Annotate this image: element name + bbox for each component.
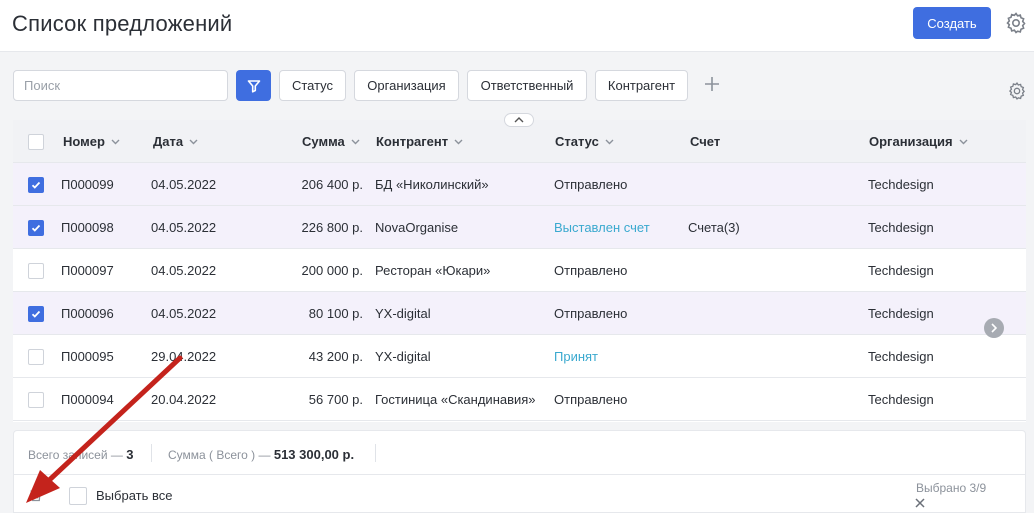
table-row[interactable]: П000099 04.05.2022 206 400 р. БД «Николинск… bbox=[13, 163, 1026, 206]
summary-bar: Всего записей — 3 Сумма ( Всего ) — 513 … bbox=[13, 430, 1026, 475]
cell-org: Techdesign bbox=[868, 306, 934, 321]
chevron-down-icon bbox=[351, 139, 360, 144]
cell-sum: 80 100 р. bbox=[308, 306, 363, 321]
search-input[interactable] bbox=[13, 70, 228, 101]
page-title: Список предложений bbox=[12, 11, 233, 36]
column-header-invoice: Счет bbox=[690, 134, 721, 149]
cell-counterparty: Гостиница «Скандинавия» bbox=[375, 392, 536, 407]
cell-status[interactable]: Принят bbox=[554, 349, 598, 364]
collapse-filters-button[interactable] bbox=[504, 113, 534, 127]
cell-org: Techdesign bbox=[868, 349, 934, 364]
total-records: Всего записей — 3 bbox=[28, 447, 134, 462]
gear-icon[interactable] bbox=[1004, 11, 1028, 35]
table-row[interactable]: П000095 29.04.2022 43 200 р. YX-digital Прин… bbox=[13, 335, 1026, 378]
cell-status: Отправлено bbox=[554, 306, 628, 321]
chip-status[interactable]: Статус bbox=[279, 70, 346, 101]
top-bar: Список предложений Создать bbox=[0, 0, 1034, 52]
cell-org: Techdesign bbox=[868, 220, 934, 235]
cell-counterparty: YX-digital bbox=[375, 349, 431, 364]
chip-responsible[interactable]: Ответственный bbox=[467, 70, 587, 101]
filter-bar: Статус Организация Ответственный Контраг… bbox=[0, 52, 1034, 120]
cell-counterparty: БД «Николинский» bbox=[375, 177, 489, 192]
summary-divider bbox=[375, 444, 376, 462]
column-header-counterparty[interactable]: Контрагент bbox=[376, 134, 463, 149]
column-header-date[interactable]: Дата bbox=[153, 134, 198, 149]
cell-sum: 43 200 р. bbox=[308, 349, 363, 364]
chevron-down-icon bbox=[454, 139, 463, 144]
cell-sum: 56 700 р. bbox=[308, 392, 363, 407]
gear-icon[interactable] bbox=[1007, 81, 1027, 101]
summary-divider bbox=[151, 444, 152, 462]
cell-counterparty: NovaOrganise bbox=[375, 220, 459, 235]
chip-counterparty[interactable]: Контрагент bbox=[595, 70, 688, 101]
cell-sum: 206 400 р. bbox=[301, 177, 363, 192]
chevron-right-icon bbox=[991, 323, 997, 333]
close-icon[interactable] bbox=[914, 497, 926, 509]
selected-count: Выбрано 3/9 bbox=[916, 481, 987, 495]
column-header-sum[interactable]: Сумма bbox=[302, 134, 360, 149]
offers-table: Номер Дата Сумма Контрагент Статус Счет … bbox=[13, 120, 1026, 422]
cell-counterparty: YX-digital bbox=[375, 306, 431, 321]
table-row[interactable]: П000098 04.05.2022 226 800 р. NovaOrganise В… bbox=[13, 206, 1026, 249]
select-all-checkbox[interactable] bbox=[69, 487, 87, 505]
chevron-down-icon bbox=[111, 139, 120, 144]
column-header-organization[interactable]: Организация bbox=[869, 134, 968, 149]
cell-status: Отправлено bbox=[554, 177, 628, 192]
cell-org: Techdesign bbox=[868, 177, 934, 192]
cell-org: Techdesign bbox=[868, 392, 934, 407]
table-row[interactable]: П000094 20.04.2022 56 700 р. Гостиница «Ска… bbox=[13, 378, 1026, 421]
header-checkbox[interactable] bbox=[28, 134, 44, 150]
cell-status: Отправлено bbox=[554, 263, 628, 278]
cell-counterparty: Ресторан «Юкари» bbox=[375, 263, 491, 278]
chevron-up-icon bbox=[514, 117, 524, 123]
chevron-down-icon bbox=[605, 139, 614, 144]
bulk-action-bar: Выбрать все Выбрано 3/9 bbox=[13, 475, 1026, 513]
scroll-right-button[interactable] bbox=[984, 318, 1004, 338]
cell-status: Отправлено bbox=[554, 392, 628, 407]
column-header-number[interactable]: Номер bbox=[63, 134, 120, 149]
trash-icon[interactable] bbox=[28, 487, 44, 503]
table-row[interactable]: П000096 04.05.2022 80 100 р. YX-digital Отпр… bbox=[13, 292, 1026, 335]
cell-sum: 200 000 р. bbox=[301, 263, 363, 278]
chevron-down-icon bbox=[959, 139, 968, 144]
cell-org: Techdesign bbox=[868, 263, 934, 278]
cell-status[interactable]: Выставлен счет bbox=[554, 220, 650, 235]
cell-sum: 226 800 р. bbox=[301, 220, 363, 235]
filter-button[interactable] bbox=[236, 70, 271, 101]
create-button[interactable]: Создать bbox=[913, 7, 991, 39]
select-all-label[interactable]: Выбрать все bbox=[96, 488, 172, 503]
plus-icon[interactable] bbox=[700, 72, 724, 96]
cell-invoice[interactable]: Счета(3) bbox=[688, 220, 740, 235]
total-sum: Сумма ( Всего ) — 513 300,00 р. bbox=[168, 447, 355, 462]
chip-organization[interactable]: Организация bbox=[354, 70, 459, 101]
chevron-down-icon bbox=[189, 139, 198, 144]
column-header-status[interactable]: Статус bbox=[555, 134, 614, 149]
table-row[interactable]: П000097 04.05.2022 200 000 р. Ресторан «Юка… bbox=[13, 249, 1026, 292]
filter-icon bbox=[247, 79, 260, 93]
